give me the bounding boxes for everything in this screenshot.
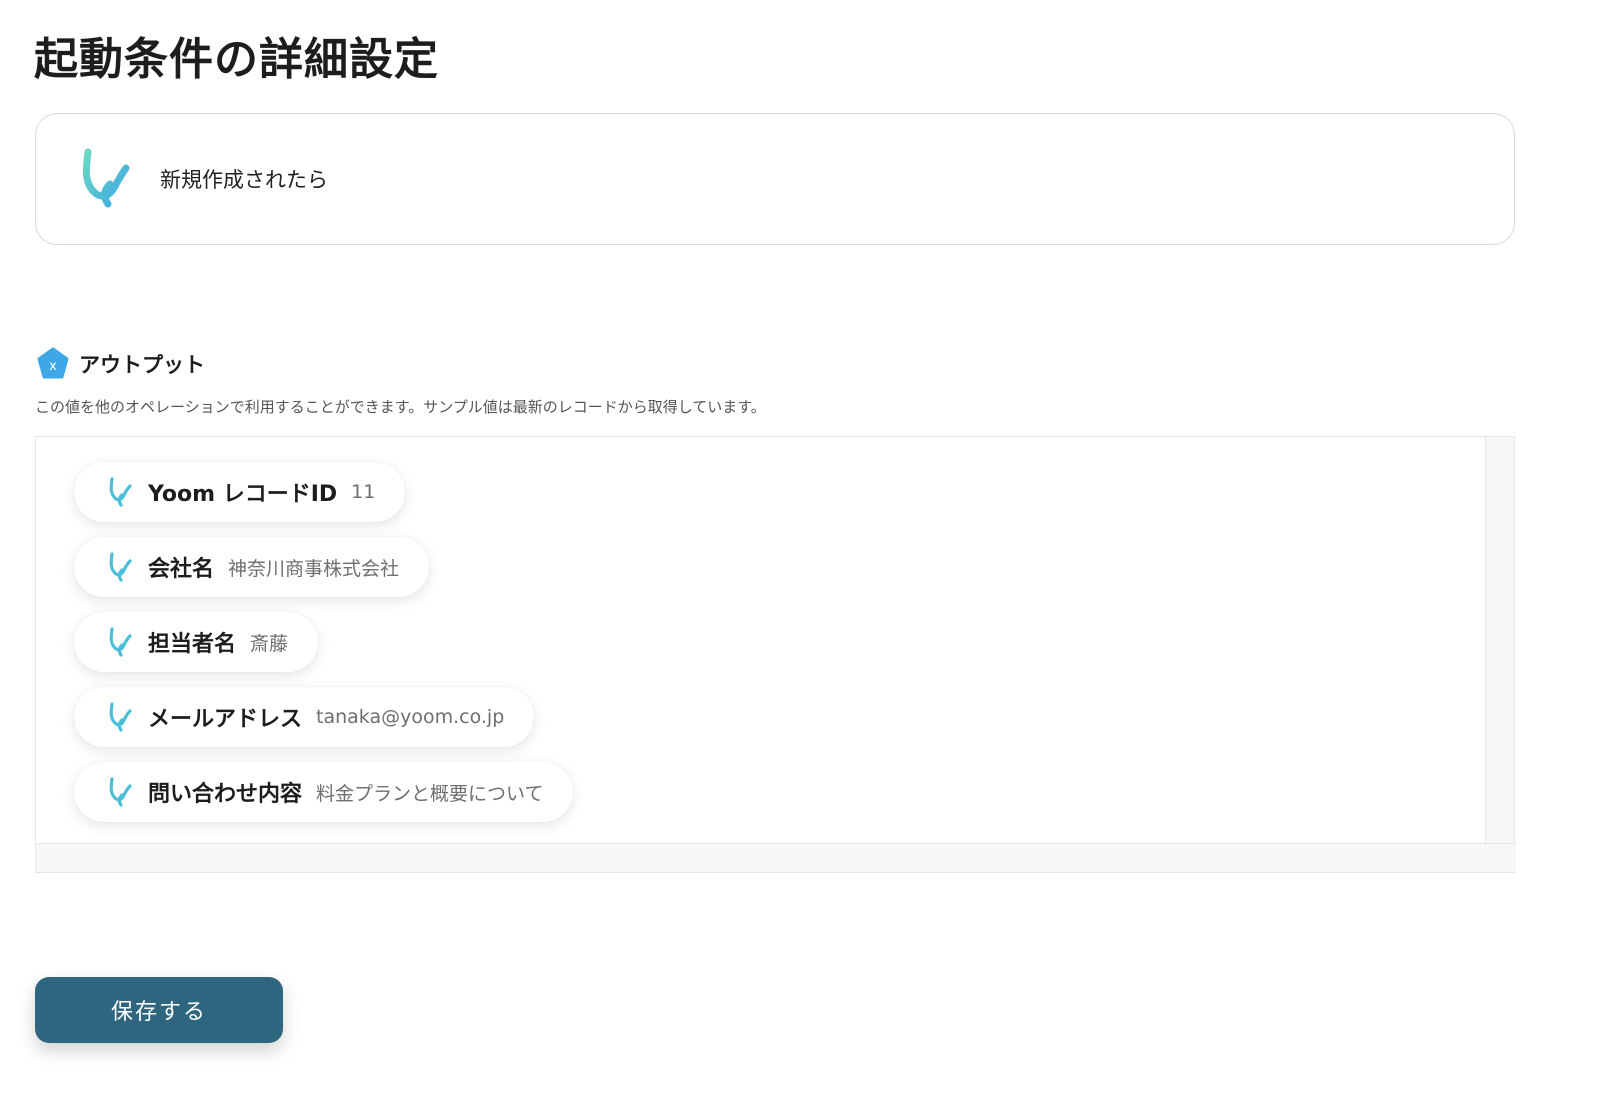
horizontal-scrollbar[interactable] (36, 843, 1516, 872)
vertical-scrollbar[interactable] (1485, 437, 1514, 845)
output-chip-label: 会社名 (148, 557, 215, 582)
output-description: この値を他のオペレーションで利用することができます。サンプル値は最新のレコードか… (35, 398, 766, 416)
yoom-logo-icon (109, 477, 132, 507)
page-title: 起動条件の詳細設定 (34, 34, 439, 85)
output-chip-label: 問い合わせ内容 (148, 782, 303, 807)
variable-badge-icon: x (37, 347, 69, 379)
output-chip-company[interactable]: 会社名 神奈川商事株式会社 (74, 537, 430, 597)
output-chip-value: 料金プランと概要について (316, 782, 544, 805)
output-chip-record-id[interactable]: Yoom レコードID 11 (74, 462, 406, 522)
save-button[interactable]: 保存する (35, 977, 283, 1043)
output-chip-value: 神奈川商事株式会社 (228, 557, 400, 580)
output-panel: Yoom レコードID 11 会社名 神奈川商事株式会社 担当者名 斎藤 メール… (35, 436, 1516, 873)
yoom-logo-icon (109, 627, 132, 657)
output-title: アウトプット (79, 353, 205, 377)
yoom-logo-icon (82, 148, 130, 208)
output-chip-label: Yoom レコードID (148, 482, 338, 507)
output-chip-value: 11 (351, 481, 376, 503)
output-chip-email[interactable]: メールアドレス tanaka@yoom.co.jp (74, 687, 535, 747)
svg-text:x: x (49, 359, 57, 374)
trigger-card[interactable]: 新規作成されたら (35, 113, 1515, 245)
yoom-logo-icon (109, 552, 132, 582)
output-chip-label: メールアドレス (148, 707, 303, 732)
output-chip-inquiry[interactable]: 問い合わせ内容 料金プランと概要について (74, 762, 574, 822)
output-chip-value: 斎藤 (250, 632, 289, 655)
output-chip-person[interactable]: 担当者名 斎藤 (74, 612, 319, 672)
output-chip-label: 担当者名 (148, 632, 237, 657)
trigger-label: 新規作成されたら (160, 168, 328, 192)
yoom-logo-icon (109, 777, 132, 807)
output-header: x アウトプット (36, 347, 205, 381)
output-chip-value: tanaka@yoom.co.jp (316, 706, 505, 728)
yoom-logo-icon (109, 702, 132, 732)
output-list: Yoom レコードID 11 会社名 神奈川商事株式会社 担当者名 斎藤 メール… (74, 462, 574, 837)
